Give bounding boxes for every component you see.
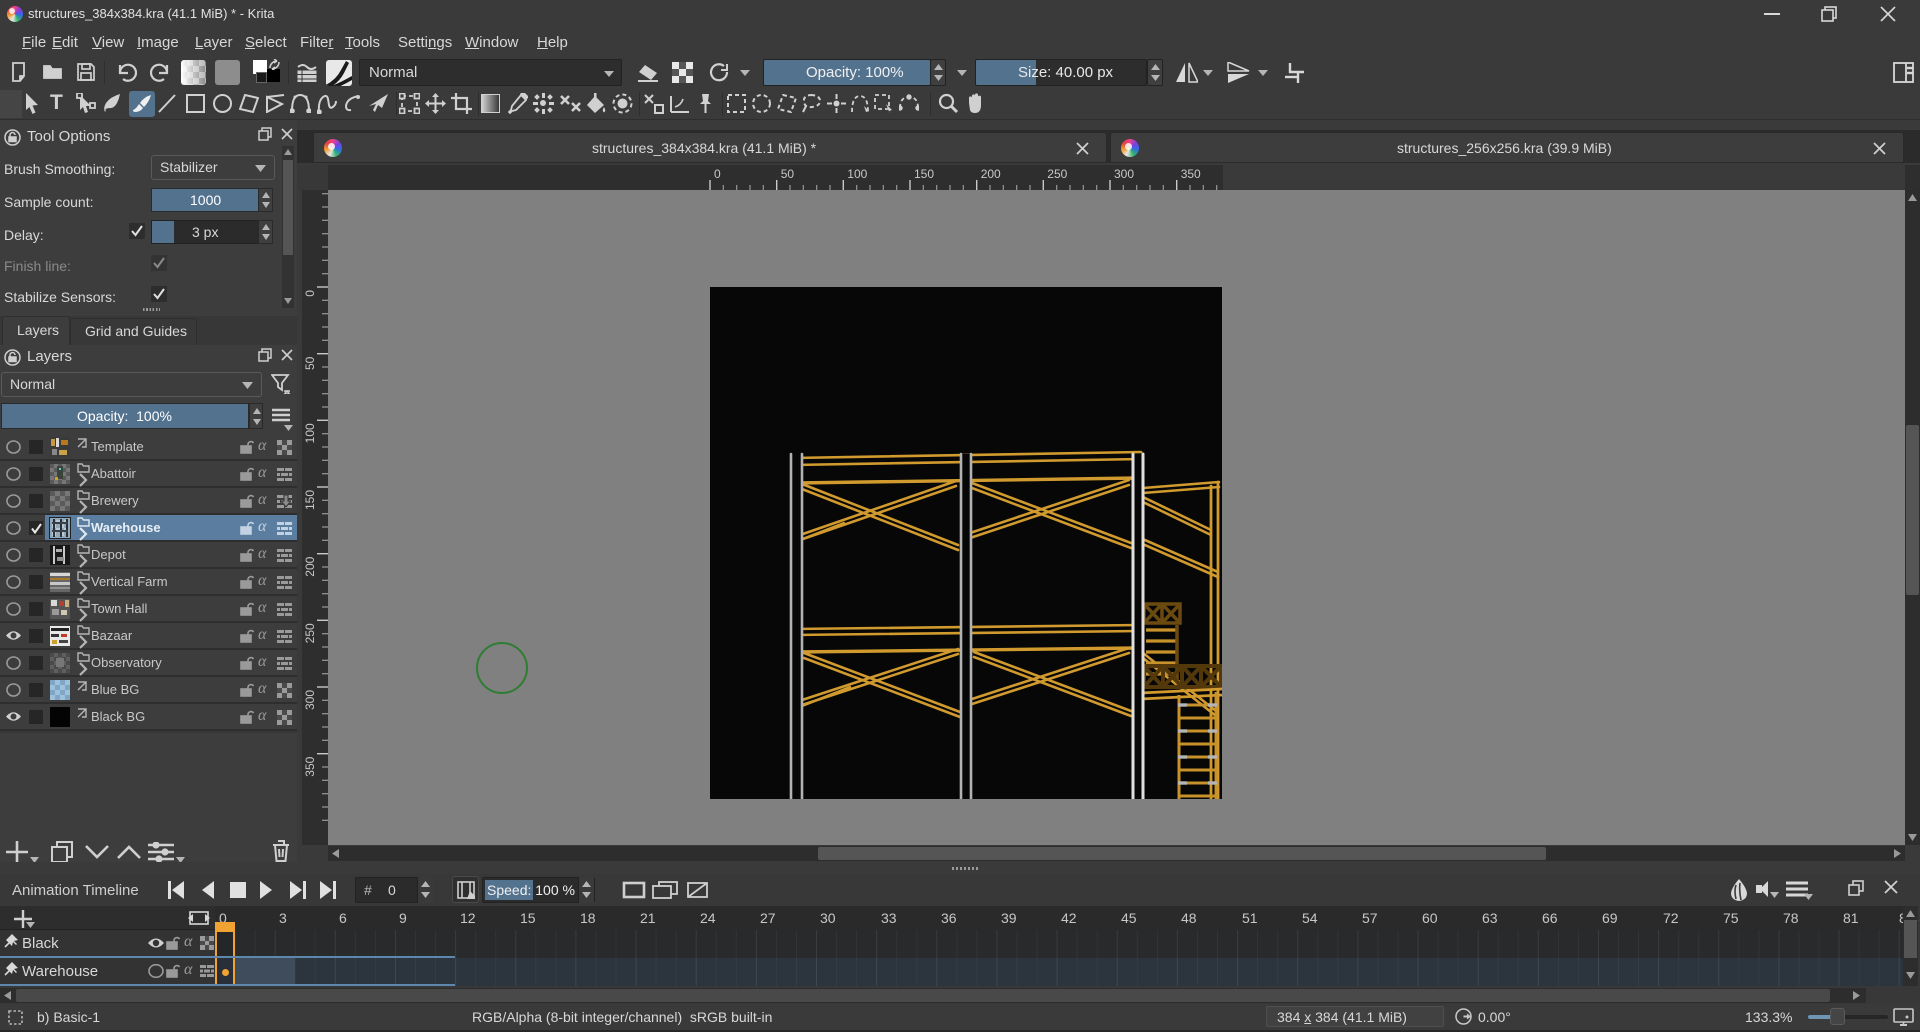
svg-text:250: 250	[1047, 167, 1067, 181]
svg-text:50: 50	[303, 356, 317, 370]
svg-text:100: 100	[847, 167, 867, 181]
svg-text:350: 350	[303, 756, 317, 776]
svg-text:100: 100	[303, 423, 317, 443]
svg-text:300: 300	[1114, 167, 1134, 181]
svg-text:0: 0	[303, 290, 317, 297]
svg-text:50: 50	[781, 167, 795, 181]
svg-text:300: 300	[303, 690, 317, 710]
svg-text:150: 150	[914, 167, 934, 181]
svg-text:150: 150	[303, 490, 317, 510]
svg-text:0: 0	[714, 167, 721, 181]
svg-text:200: 200	[303, 556, 317, 576]
svg-text:350: 350	[1181, 167, 1201, 181]
svg-text:200: 200	[981, 167, 1001, 181]
svg-text:250: 250	[303, 623, 317, 643]
